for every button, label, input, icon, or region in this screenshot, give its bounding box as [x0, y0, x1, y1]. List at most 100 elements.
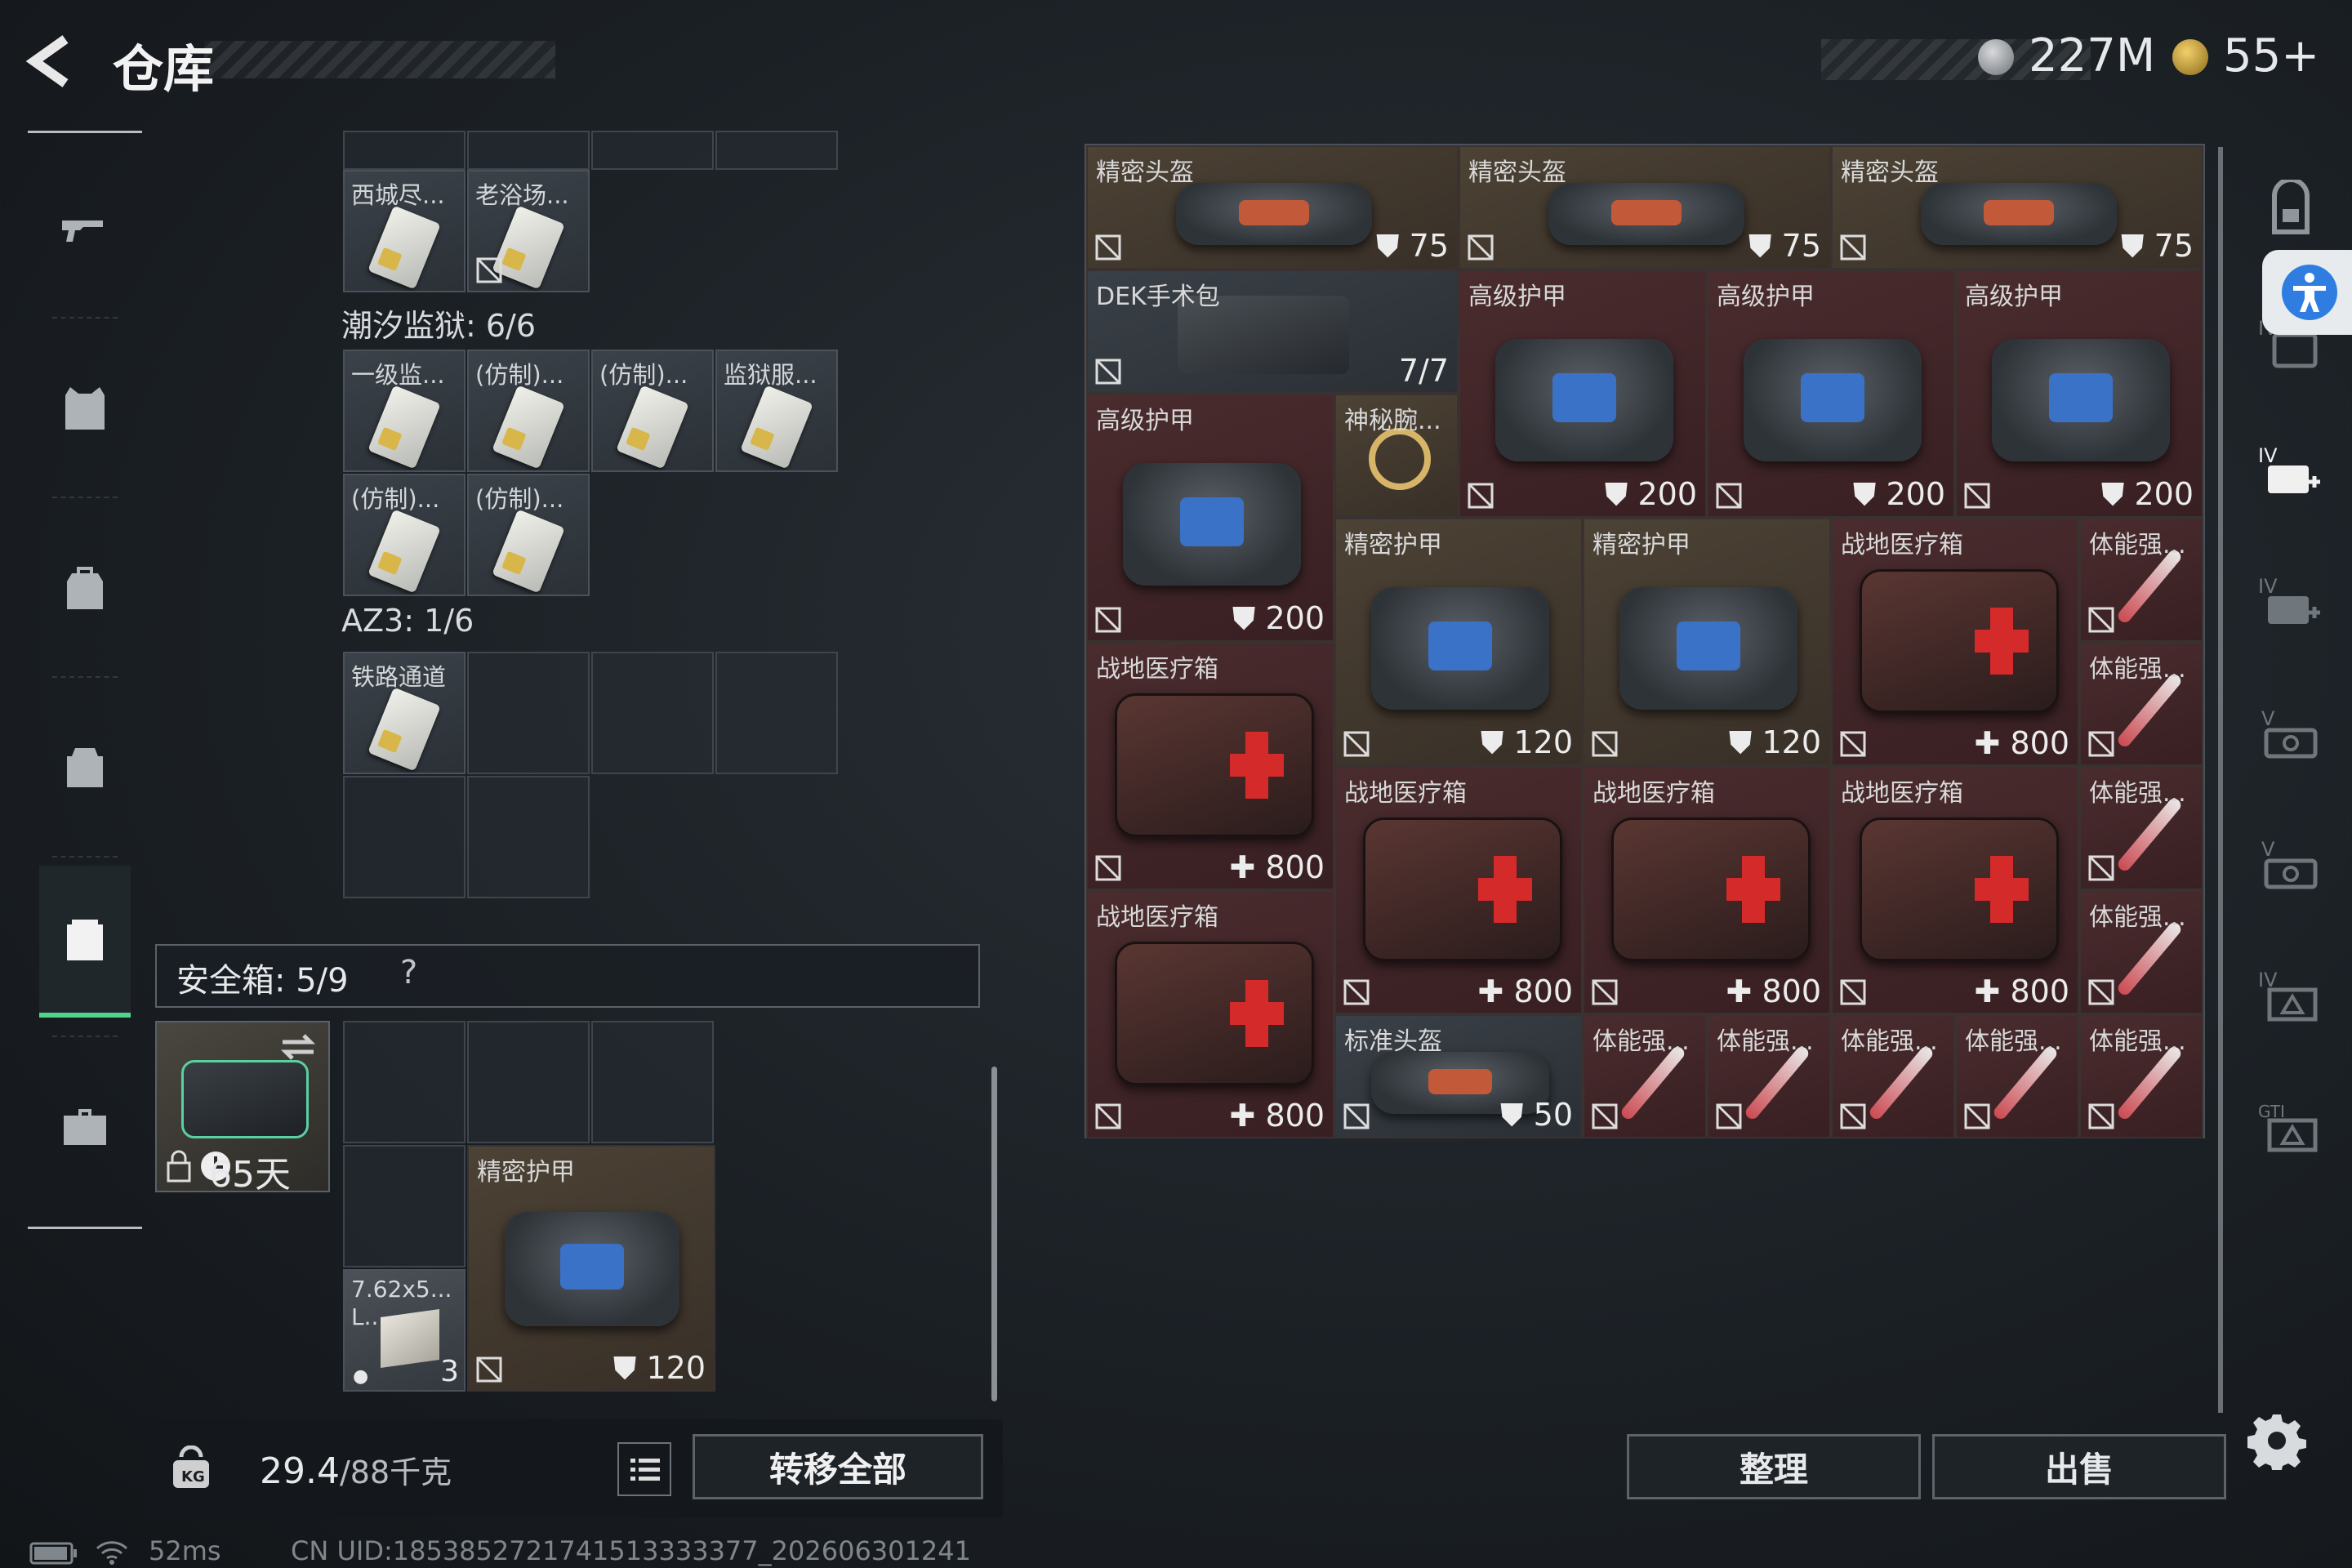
medkit-iv-icon: IV [2258, 575, 2320, 624]
armor-panel [1428, 1069, 1493, 1094]
armor-item[interactable]: 精密护甲 ⛊ 120 [467, 1145, 715, 1392]
stash-item-armor[interactable]: 高级护甲 ⛊ 200 [1707, 270, 1955, 518]
stash-item-medkit[interactable]: 战地医疗箱 ✚ 800 [1086, 642, 1334, 890]
swap-icon[interactable] [279, 1031, 317, 1063]
filter-ticket-gti[interactable]: GTI [2238, 1062, 2344, 1192]
stash-item-syringe[interactable]: 体能强... [1707, 1014, 1831, 1138]
left-scrollbar[interactable] [991, 1067, 997, 1401]
filter-medkit[interactable]: IV [2238, 539, 2344, 670]
item-name: 铁路通道 [351, 663, 447, 691]
not-sellable-icon [2088, 607, 2114, 633]
stash-item-armor[interactable]: 高级护甲 ⛊ 200 [1086, 394, 1334, 642]
svg-text:V: V [2261, 838, 2275, 861]
cross-mark [1989, 856, 2014, 923]
not-sellable-icon [1343, 731, 1370, 757]
helmet-icon [1176, 183, 1372, 245]
nav-briefcase[interactable] [39, 1062, 131, 1192]
not-sellable-icon [1592, 1103, 1618, 1129]
item-name: 精密头盔 [1841, 158, 1939, 187]
back-button[interactable] [24, 33, 82, 90]
item-value-text: 200 [1265, 600, 1325, 636]
keycard-item[interactable]: 一级监... [343, 350, 466, 472]
item-value: ⛊ 200 [1853, 476, 1945, 513]
transfer-all-button[interactable]: 转移全部 [693, 1434, 983, 1499]
stash-item-helmet[interactable]: 精密头盔 ⛊ 75 [1086, 145, 1459, 270]
stash-item-surgery[interactable]: DEK手术包 7/7 [1086, 270, 1459, 394]
nav-container[interactable] [39, 866, 131, 1018]
sell-button[interactable]: 出售 [1932, 1434, 2226, 1499]
item-name: 精密头盔 [1096, 158, 1194, 187]
keycard-item[interactable]: 老浴场... [467, 170, 590, 292]
item-value-text: 200 [1886, 476, 1945, 512]
help-button[interactable]: ? [400, 954, 417, 991]
keycard-icon [616, 385, 689, 470]
stash-item-syringe[interactable]: 体能强... [1583, 1014, 1707, 1138]
currency-gold-value[interactable]: 55+ [2223, 29, 2319, 82]
settings-button[interactable] [2247, 1411, 2306, 1473]
shield-icon: ⛊ [1852, 476, 1886, 512]
uid-text: CN UID:1853852721741513333377_2026063012… [291, 1535, 971, 1566]
stash-item-syringe[interactable]: 体能强... [2079, 642, 2203, 766]
first-aid-kit-icon [1611, 817, 1811, 962]
filter-ticket[interactable]: IV [2238, 931, 2344, 1062]
right-scrollbar[interactable] [2218, 147, 2223, 1413]
stash-item-syringe[interactable]: 体能强... [2079, 890, 2203, 1014]
stash-item-syringe[interactable]: 体能强... [1831, 1014, 1955, 1138]
stash-item-syringe[interactable]: 体能强... [1955, 1014, 2079, 1138]
stash-item-watch[interactable]: 神秘腕... [1334, 394, 1459, 518]
keycard-item[interactable]: 铁路通道 [343, 652, 466, 774]
stash-item-medkit[interactable]: 战地医疗箱 ✚ 800 [1334, 766, 1583, 1014]
filter-key-2[interactable]: V [2238, 800, 2344, 931]
filter-key[interactable]: V [2238, 670, 2344, 800]
shield-icon: ⛊ [612, 1350, 637, 1386]
keycard-item[interactable]: (仿制)... [591, 350, 714, 472]
item-value-text: 75 [1781, 228, 1821, 264]
stash-item-syringe[interactable]: 体能强... [2079, 766, 2203, 890]
item-name: 老浴场... [475, 181, 569, 209]
stash-item-armor[interactable]: 高级护甲 ⛊ 200 [1459, 270, 1707, 518]
stash-item-helmet[interactable]: 精密头盔 ⛊ 75 [1459, 145, 1831, 270]
item-value: ✚ 800 [1726, 973, 1821, 1009]
nav-backpack[interactable] [39, 523, 131, 653]
filter-medkit-active[interactable]: IV [2238, 408, 2344, 539]
item-value-text: 800 [2010, 973, 2069, 1009]
stash-item-medkit[interactable]: 战地医疗箱 ✚ 800 [1086, 890, 1334, 1138]
stash-item-medkit[interactable]: 战地医疗箱 ✚ 800 [1583, 766, 1831, 1014]
accessibility-button[interactable] [2262, 250, 2352, 335]
nav-chest-rig[interactable] [39, 702, 131, 833]
keycard-item[interactable]: 西城尽... [343, 170, 466, 292]
stash-item-medkit[interactable]: 战地医疗箱 ✚ 800 [1831, 518, 2079, 766]
list-view-button[interactable] [617, 1442, 671, 1496]
ping-value: 52ms [149, 1535, 221, 1566]
sort-button[interactable]: 整理 [1627, 1434, 1921, 1499]
heal-plus-icon: ✚ [1229, 849, 1266, 885]
stash-item-helmet[interactable]: 精密头盔 ⛊ 75 [1831, 145, 2203, 270]
item-value-text: 75 [1409, 228, 1449, 264]
stash-item-helmet[interactable]: 标准头盔 ⛊ 50 [1334, 1014, 1583, 1138]
stash-item-syringe[interactable]: 体能强... [2079, 1014, 2203, 1138]
svg-text:IV: IV [2258, 575, 2278, 598]
list-icon [630, 1459, 660, 1481]
container-icon [67, 920, 103, 960]
item-name: 体能强... [1592, 1027, 1690, 1056]
not-sellable-icon [1095, 1103, 1121, 1129]
keycard-item[interactable]: (仿制)... [467, 350, 590, 472]
keycard-item[interactable]: (仿制)... [343, 474, 466, 596]
stash-item-medkit[interactable]: 战地医疗箱 ✚ 800 [1831, 766, 2079, 1014]
stash-item-syringe[interactable]: 体能强... [2079, 518, 2203, 642]
nav-weapons[interactable] [39, 163, 131, 294]
not-sellable-icon [1095, 607, 1121, 633]
armor-icon [1370, 587, 1550, 710]
keycard-item[interactable]: 监狱服... [715, 350, 838, 472]
stash-item-armor[interactable]: 高级护甲 ⛊ 200 [1955, 270, 2203, 518]
ammo-item[interactable]: 7.62x5... L... ● 3 [343, 1269, 466, 1392]
nav-armor[interactable] [39, 343, 131, 474]
section-label: 潮汐监狱: 6/6 [341, 308, 537, 344]
ammo-box-icon [381, 1308, 439, 1369]
armor-panel [1610, 200, 1682, 225]
heal-plus-icon: ✚ [1726, 973, 1762, 1009]
stash-item-armor[interactable]: 精密护甲 ⛊ 120 [1334, 518, 1583, 766]
keycard-item[interactable]: (仿制)... [467, 474, 590, 596]
stash-item-armor[interactable]: 精密护甲 ⛊ 120 [1583, 518, 1831, 766]
armor-panel [1800, 373, 1865, 422]
